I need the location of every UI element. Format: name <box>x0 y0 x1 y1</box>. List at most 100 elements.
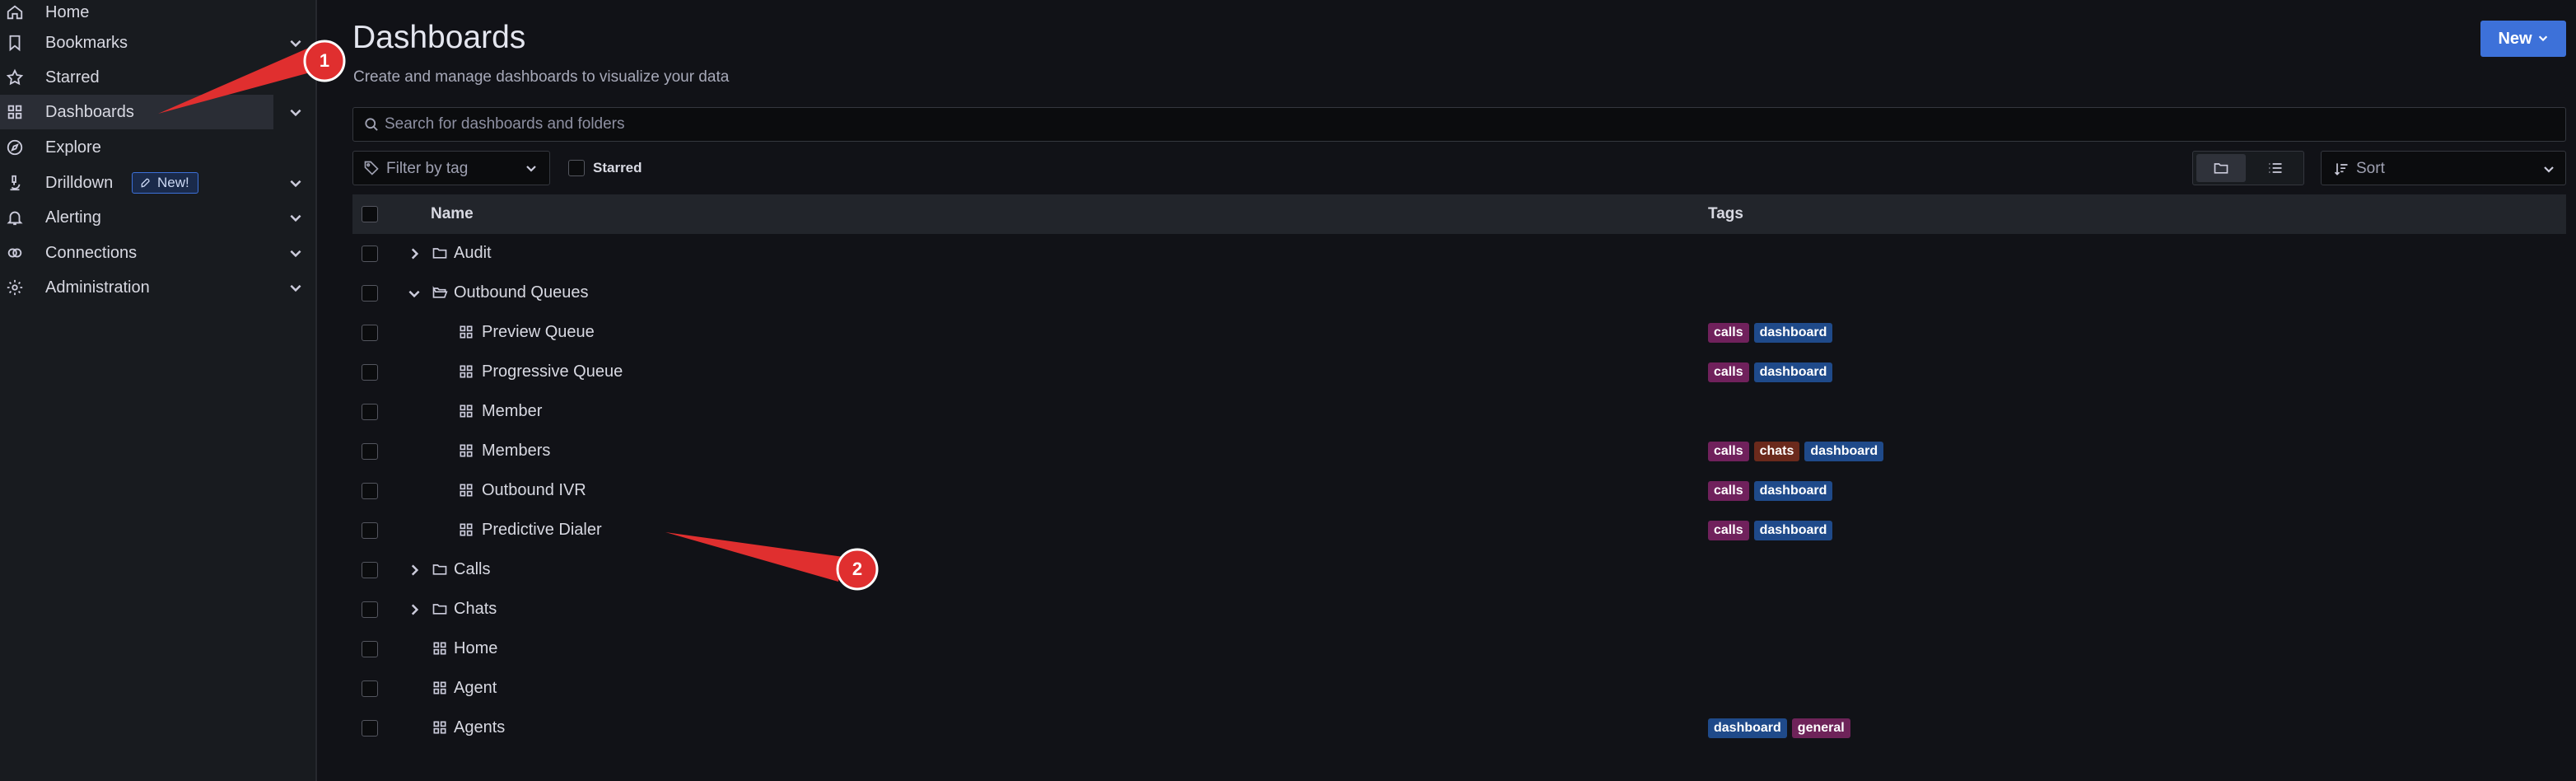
folder-icon <box>2214 163 2228 174</box>
sort-placeholder: Sort <box>2356 160 2385 177</box>
chevron-down-icon[interactable] <box>288 35 303 50</box>
dashboard-icon <box>458 363 474 380</box>
row-checkbox[interactable] <box>362 364 378 381</box>
rocket-icon <box>141 178 150 188</box>
table-row[interactable]: Home <box>352 629 2566 669</box>
table-row[interactable]: Preview Queue calls dashboard <box>352 313 2566 353</box>
row-name-link[interactable]: Outbound Queues <box>454 283 588 302</box>
tag-badge[interactable]: dashboard <box>1753 323 1833 343</box>
row-name-link[interactable]: Progressive Queue <box>482 362 623 381</box>
row-checkbox[interactable] <box>362 562 378 578</box>
row-tags: calls dashboard <box>1708 323 1833 343</box>
tag-badge[interactable]: calls <box>1708 362 1749 382</box>
apps-icon <box>5 102 25 122</box>
row-checkbox[interactable] <box>362 680 378 697</box>
row-checkbox[interactable] <box>362 285 378 302</box>
search-input[interactable] <box>385 109 2526 140</box>
tag-badge[interactable]: chats <box>1753 442 1800 461</box>
table-row[interactable]: Calls <box>352 550 2566 590</box>
row-name-link[interactable]: Home <box>454 639 497 658</box>
tag-badge[interactable]: general <box>1791 718 1850 738</box>
page-title: Dashboards <box>352 20 526 55</box>
sidebar-item-label: Alerting <box>45 208 101 227</box>
row-checkbox[interactable] <box>362 720 378 737</box>
row-checkbox[interactable] <box>362 601 378 618</box>
chevron-down-icon[interactable] <box>288 280 303 295</box>
tag-badge[interactable]: dashboard <box>1804 442 1884 461</box>
row-checkbox[interactable] <box>362 404 378 420</box>
chevron-down-icon <box>2542 162 2555 175</box>
tag-badge[interactable]: dashboard <box>1753 362 1833 382</box>
sidebar-item-explore[interactable]: Explore <box>0 130 316 165</box>
tag-badge[interactable]: calls <box>1708 521 1749 540</box>
row-checkbox[interactable] <box>362 246 378 262</box>
table-row[interactable]: Members calls chats dashboard <box>352 432 2566 471</box>
row-name-link[interactable]: Preview Queue <box>482 323 595 342</box>
table-row[interactable]: Predictive Dialer calls dashboard <box>352 511 2566 550</box>
row-name-link[interactable]: Predictive Dialer <box>482 521 602 540</box>
sidebar-item-starred[interactable]: Starred <box>0 60 316 95</box>
row-checkbox[interactable] <box>362 522 378 539</box>
chevron-right-icon[interactable] <box>407 602 422 617</box>
search-bar[interactable] <box>352 107 2566 142</box>
tag-badge[interactable]: dashboard <box>1708 718 1787 738</box>
chevron-down-icon <box>525 161 538 175</box>
chevron-down-icon[interactable] <box>407 286 422 301</box>
folder-open-icon <box>432 284 448 301</box>
row-name-link[interactable]: Agent <box>454 679 497 698</box>
table-row[interactable]: Agents dashboard general <box>352 709 2566 748</box>
row-name-link[interactable]: Chats <box>454 600 497 619</box>
sidebar-nav: Home Bookmarks Starred Dashboards Explore Dri… <box>0 0 317 781</box>
row-checkbox[interactable] <box>362 325 378 341</box>
chevron-down-icon[interactable] <box>288 210 303 225</box>
tag-badge[interactable]: dashboard <box>1753 481 1833 501</box>
sidebar-item-alerting[interactable]: Alerting <box>0 200 316 235</box>
new-badge-label: New! <box>157 175 189 190</box>
chevron-down-icon[interactable] <box>288 246 303 260</box>
row-name-link[interactable]: Outbound IVR <box>482 481 586 500</box>
select-all-checkbox[interactable] <box>362 206 378 222</box>
tag-badge[interactable]: calls <box>1708 442 1749 461</box>
row-name-link[interactable]: Members <box>482 442 550 461</box>
row-name-link[interactable]: Member <box>482 402 542 421</box>
row-checkbox[interactable] <box>362 483 378 499</box>
bookmark-icon <box>5 33 25 53</box>
table-row[interactable]: Agent <box>352 669 2566 709</box>
sort-select[interactable]: Sort <box>2321 151 2566 185</box>
sidebar-item-administration[interactable]: Administration <box>0 270 316 305</box>
table-row[interactable]: Chats <box>352 590 2566 629</box>
sidebar-item-bookmarks[interactable]: Bookmarks <box>0 26 316 60</box>
table-row[interactable]: Outbound IVR calls dashboard <box>352 471 2566 511</box>
row-name-link[interactable]: Audit <box>454 244 492 263</box>
dashboard-icon <box>458 403 474 419</box>
row-tags: dashboard general <box>1708 718 1850 738</box>
sidebar-item-connections[interactable]: Connections <box>0 236 316 270</box>
row-checkbox[interactable] <box>362 443 378 460</box>
chevron-right-icon[interactable] <box>407 563 422 578</box>
row-name-link[interactable]: Calls <box>454 560 490 579</box>
table-row[interactable]: Audit <box>352 234 2566 274</box>
tag-badge[interactable]: dashboard <box>1753 521 1833 540</box>
table-row[interactable]: Progressive Queue calls dashboard <box>352 353 2566 392</box>
sidebar-item-drilldown[interactable]: Drilldown New! <box>0 166 316 200</box>
chevron-down-icon[interactable] <box>288 175 303 190</box>
new-button[interactable]: New <box>2480 21 2566 57</box>
chevron-down-icon[interactable] <box>288 105 303 119</box>
sidebar-item-dashboards[interactable]: Dashboards <box>0 95 301 129</box>
row-name-link[interactable]: Agents <box>454 718 505 737</box>
row-tags: calls dashboard <box>1708 521 1833 540</box>
tag-badge[interactable]: calls <box>1708 323 1749 343</box>
tag-filter-select[interactable]: Filter by tag <box>352 151 550 185</box>
table-row[interactable]: Outbound Queues <box>352 274 2566 313</box>
row-checkbox[interactable] <box>362 641 378 657</box>
chevron-right-icon[interactable] <box>407 246 422 261</box>
starred-checkbox[interactable] <box>568 160 585 176</box>
column-header-name: Name <box>431 205 474 222</box>
list-view-button[interactable] <box>2251 154 2300 182</box>
starred-filter[interactable]: Starred <box>568 160 642 176</box>
dashboard-icon <box>458 324 474 340</box>
table-row[interactable]: Member <box>352 392 2566 432</box>
tag-badge[interactable]: calls <box>1708 481 1749 501</box>
sidebar-item-label: Bookmarks <box>45 33 128 52</box>
folder-view-button[interactable] <box>2196 154 2246 182</box>
